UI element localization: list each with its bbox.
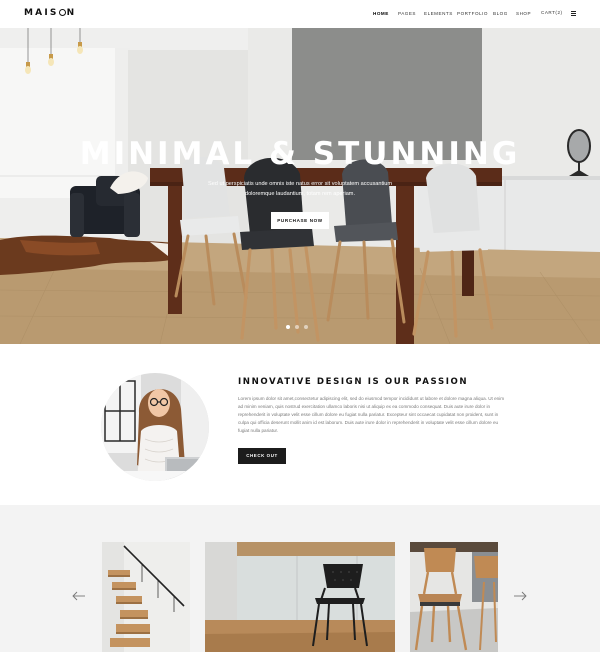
- check-out-button[interactable]: CHECK OUT: [238, 448, 286, 464]
- gallery-item-staircase[interactable]: [102, 542, 190, 652]
- about-text: Lorem ipsum dolor sit amet,consectetur a…: [238, 396, 505, 433]
- nav-item-cart[interactable]: CART(2): [541, 10, 563, 15]
- gallery-carousel: [0, 505, 600, 652]
- slider-pagination: [286, 325, 316, 330]
- hero-subtitle: Sed ut perspiciatis unde omnis iste natu…: [207, 181, 393, 197]
- about-section: INNOVATIVE DESIGN IS OUR PASSION Lorem i…: [0, 344, 600, 505]
- slider-dot-1[interactable]: [286, 325, 290, 329]
- gallery-item-wooden-chair[interactable]: [410, 542, 498, 652]
- hero-title: MINIMAL & STUNNING: [79, 136, 521, 172]
- nav-item-home[interactable]: HOME: [373, 11, 389, 16]
- nav-item-shop[interactable]: SHOP: [516, 11, 531, 16]
- hero-slider: MINIMAL & STUNNING Sed ut perspiciatis u…: [0, 28, 600, 344]
- main-nav: HOME PAGES ELEMENTS PORTFOLIO BLOG SHOP …: [0, 10, 600, 19]
- purchase-now-button[interactable]: PURCHASE NOW: [271, 212, 329, 229]
- arrow-right-icon[interactable]: [513, 591, 527, 601]
- arrow-left-icon[interactable]: [72, 591, 86, 601]
- nav-item-pages[interactable]: PAGES: [398, 11, 416, 16]
- nav-item-elements[interactable]: ELEMENTS: [424, 11, 453, 16]
- about-title: INNOVATIVE DESIGN IS OUR PASSION: [238, 377, 469, 387]
- designer-portrait-image: [101, 373, 209, 481]
- nav-item-portfolio[interactable]: PORTFOLIO: [457, 11, 488, 16]
- hamburger-icon[interactable]: [571, 11, 576, 17]
- site-header: MAIS N HOME PAGES ELEMENTS PORTFOLIO BLOG…: [0, 0, 600, 28]
- gallery-item-black-chair[interactable]: [205, 542, 395, 652]
- nav-item-blog[interactable]: BLOG: [493, 11, 508, 16]
- slider-dot-2[interactable]: [295, 325, 299, 329]
- slider-dot-3[interactable]: [304, 325, 308, 329]
